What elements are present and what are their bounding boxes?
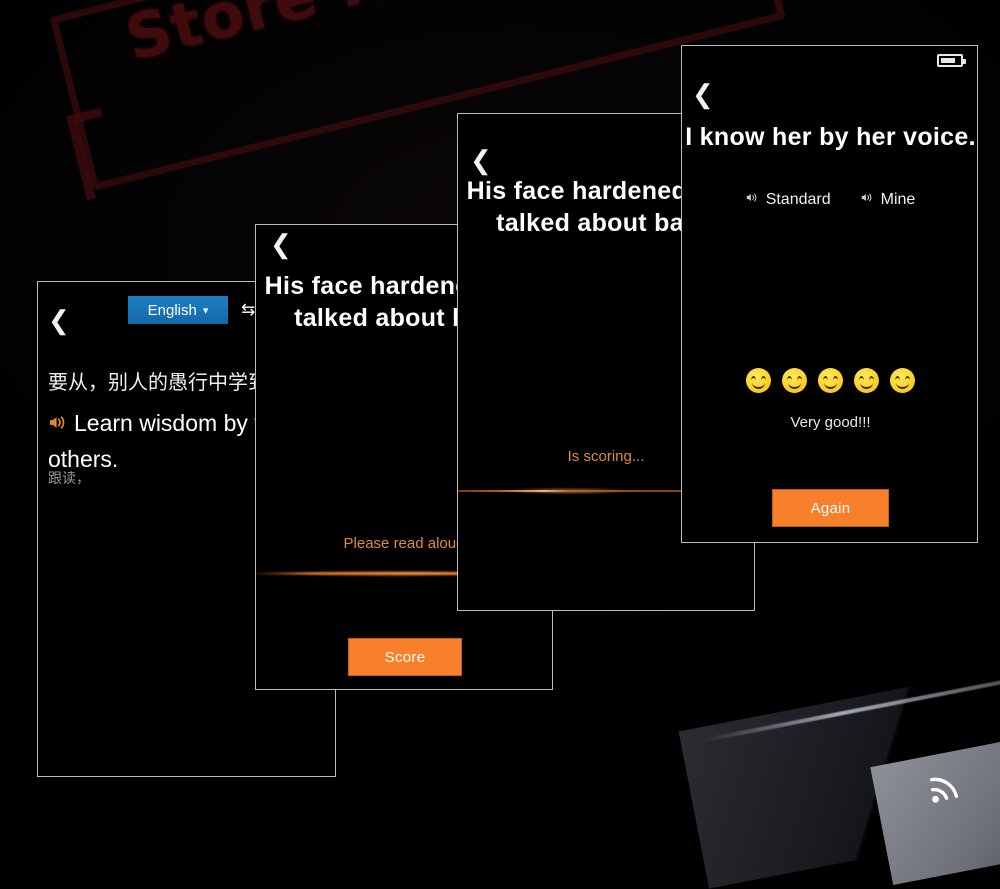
- back-button[interactable]: ❮: [692, 82, 714, 108]
- smiley-face-icon: [746, 368, 771, 393]
- rating-faces: [682, 368, 977, 393]
- speaker-icon: [861, 191, 874, 209]
- standard-label: Standard: [765, 191, 831, 208]
- result-panel: I know her by her voice. Standard Mine V…: [681, 45, 978, 543]
- speaker-icon: [746, 191, 759, 209]
- smiley-face-icon: [818, 368, 843, 393]
- back-button[interactable]: ❮: [48, 308, 70, 334]
- again-button[interactable]: Again: [772, 489, 889, 527]
- language-label: English: [147, 301, 197, 319]
- battery-icon: [937, 54, 966, 67]
- swap-horizontal-icon[interactable]: ⇆: [241, 300, 255, 320]
- follow-read-label: 跟读，: [48, 471, 90, 487]
- result-sentence: I know her by her voice.: [685, 123, 976, 151]
- play-standard-button[interactable]: Standard: [746, 191, 831, 209]
- language-selector[interactable]: English ▾: [128, 296, 228, 324]
- play-mine-button[interactable]: Mine: [861, 191, 916, 209]
- smiley-face-icon: [782, 368, 807, 393]
- speaker-icon[interactable]: [48, 407, 67, 442]
- mine-label: Mine: [880, 191, 916, 208]
- score-button[interactable]: Score: [348, 638, 462, 676]
- smiley-face-icon: [890, 368, 915, 393]
- back-button[interactable]: ❮: [470, 148, 492, 174]
- audio-options-row: Standard Mine: [682, 191, 977, 209]
- verdict-label: Very good!!!: [790, 414, 871, 431]
- back-button[interactable]: ❮: [270, 232, 292, 258]
- chevron-down-icon: ▾: [202, 304, 209, 317]
- sound-waves-icon: [922, 761, 971, 808]
- smiley-face-icon: [854, 368, 879, 393]
